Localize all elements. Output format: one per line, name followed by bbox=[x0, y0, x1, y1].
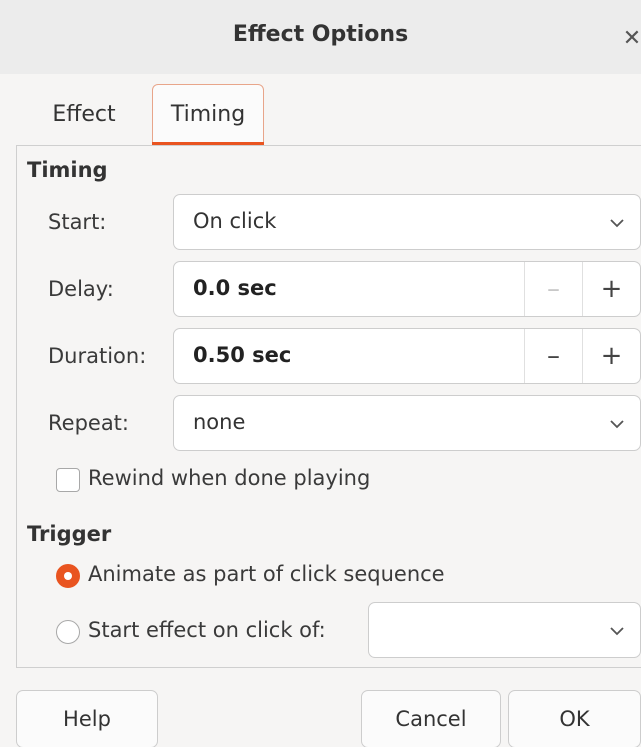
close-icon[interactable]: ✕ bbox=[614, 20, 641, 56]
repeat-select[interactable]: none bbox=[173, 395, 641, 451]
start-label: Start: bbox=[48, 210, 107, 234]
start-select-value: On click bbox=[193, 209, 277, 233]
chevron-down-icon bbox=[610, 627, 624, 636]
cancel-button[interactable]: Cancel bbox=[361, 690, 501, 747]
delay-label: Delay: bbox=[48, 277, 114, 301]
effect-options-dialog: Effect Options ✕ Effect Timing Timing St… bbox=[0, 0, 641, 747]
rewind-checkbox[interactable] bbox=[56, 468, 80, 492]
duration-label: Duration: bbox=[48, 344, 147, 368]
tab-bar: Effect Timing bbox=[16, 84, 641, 146]
start-select[interactable]: On click bbox=[173, 194, 641, 250]
timing-section-title: Timing bbox=[27, 158, 108, 182]
repeat-select-value: none bbox=[193, 410, 246, 434]
duration-decrement-button[interactable]: – bbox=[524, 329, 582, 383]
duration-increment-button[interactable]: + bbox=[582, 329, 640, 383]
click-of-select[interactable] bbox=[368, 602, 641, 658]
delay-decrement-button[interactable]: – bbox=[524, 262, 582, 316]
ok-button[interactable]: OK bbox=[508, 690, 641, 747]
help-button[interactable]: Help bbox=[16, 690, 158, 747]
delay-value: 0.0 sec bbox=[193, 276, 277, 300]
trigger-section-title: Trigger bbox=[27, 522, 112, 546]
dialog-title: Effect Options bbox=[232, 22, 409, 47]
animate-sequence-label[interactable]: Animate as part of click sequence bbox=[88, 562, 445, 586]
title-bar: Effect Options ✕ bbox=[0, 0, 641, 74]
tab-effect[interactable]: Effect bbox=[34, 84, 134, 144]
timing-panel: Timing Start: On click Delay: 0.0 sec – … bbox=[16, 145, 641, 668]
repeat-label: Repeat: bbox=[48, 411, 129, 435]
start-on-click-radio[interactable] bbox=[56, 620, 80, 644]
tab-timing[interactable]: Timing bbox=[152, 84, 264, 145]
rewind-label[interactable]: Rewind when done playing bbox=[88, 466, 370, 490]
tab-timing-label: Timing bbox=[170, 101, 246, 127]
start-on-click-label[interactable]: Start effect on click of: bbox=[88, 618, 326, 642]
delay-spinbox[interactable]: 0.0 sec – + bbox=[173, 261, 641, 317]
animate-sequence-radio[interactable] bbox=[56, 564, 80, 588]
delay-increment-button[interactable]: + bbox=[582, 262, 640, 316]
duration-value: 0.50 sec bbox=[193, 343, 292, 367]
chevron-down-icon bbox=[610, 420, 624, 429]
duration-spinbox[interactable]: 0.50 sec – + bbox=[173, 328, 641, 384]
chevron-down-icon bbox=[610, 219, 624, 228]
